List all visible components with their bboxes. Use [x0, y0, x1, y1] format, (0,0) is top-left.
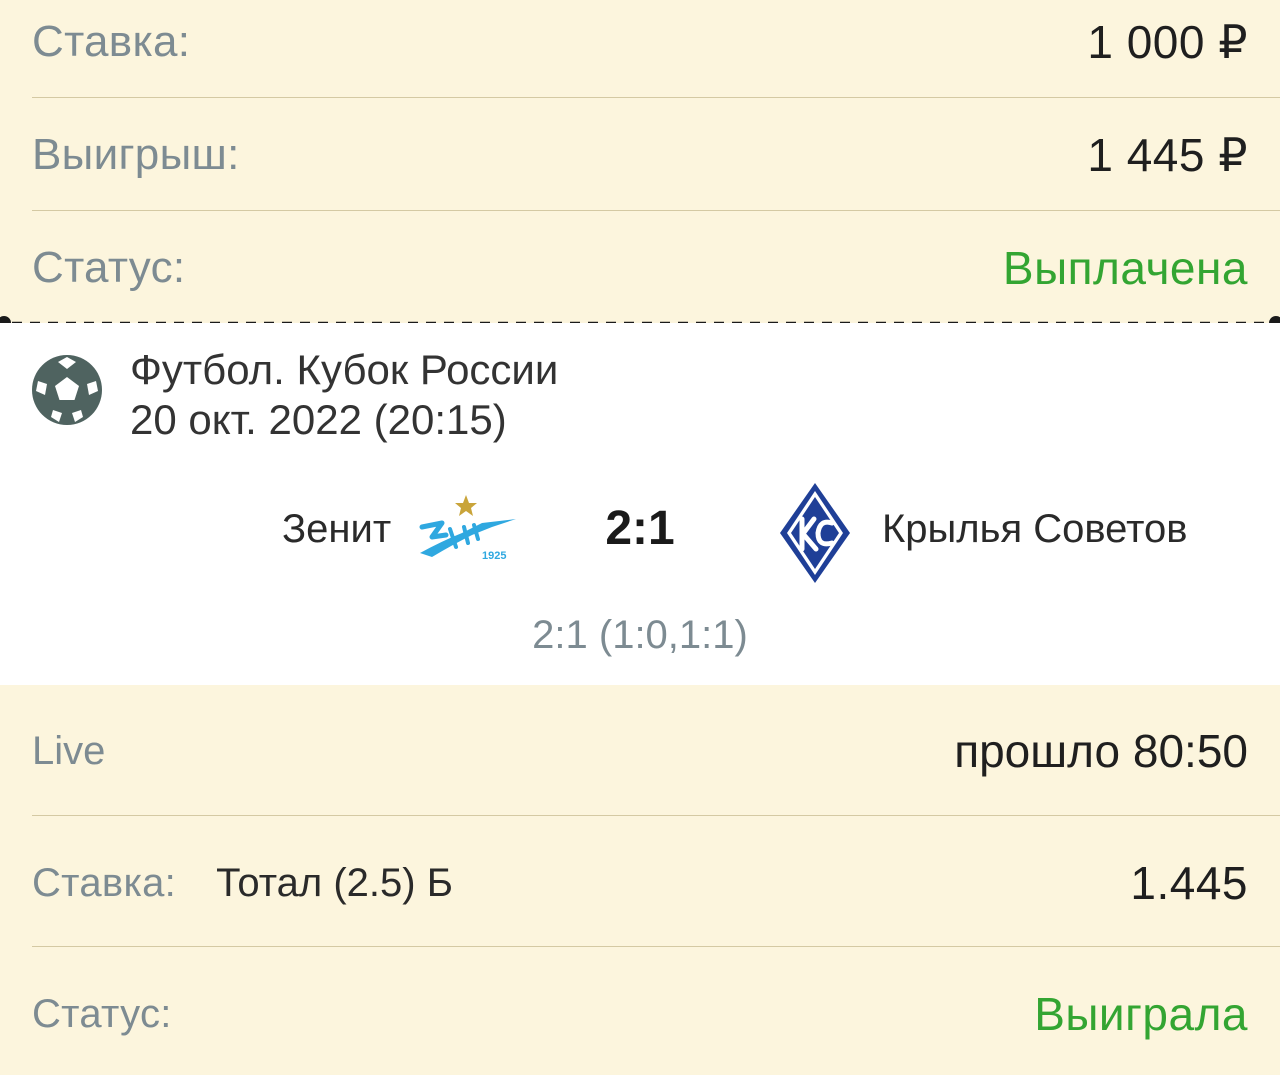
bet-status-row: Статус: Выиграла — [32, 986, 1248, 1042]
bet-odds: 1.445 — [1130, 857, 1248, 909]
away-team-name: Крылья Советов — [882, 507, 1188, 551]
krylia-sovetov-logo-icon — [780, 483, 850, 583]
divider — [32, 946, 1280, 947]
status-row: Статус: Выплачена — [32, 240, 1248, 296]
win-label: Выигрыш: — [32, 130, 240, 179]
bet-summary: Ставка: 1 000 ₽ Выигрыш: 1 445 ₽ Статус:… — [0, 0, 1280, 323]
event-datetime: 20 окт. 2022 (20:15) — [130, 396, 507, 443]
event-title: Футбол. Кубок России — [130, 346, 559, 393]
bet-status-label: Статус: — [32, 991, 172, 1036]
bet-status-value: Выиграла — [1034, 988, 1248, 1040]
bet-row: Ставка: Тотал (2.5) Б 1.445 — [32, 855, 1248, 911]
win-row: Выигрыш: 1 445 ₽ — [32, 127, 1248, 183]
live-label: Live — [32, 728, 106, 773]
live-row: Live прошло 80:50 — [32, 723, 1248, 779]
match-row: Зенит 1925 2:1 Крылья Советов — [0, 483, 1280, 583]
divider — [32, 97, 1280, 98]
bet-type: Тотал (2.5) Б — [216, 860, 453, 905]
soccer-ball-icon — [32, 355, 102, 425]
bet-details: Live прошло 80:50 Ставка: Тотал (2.5) Б … — [0, 685, 1280, 1075]
score-detail: 2:1 (1:0,1:1) — [532, 613, 748, 657]
live-time-value: прошло 80:50 — [954, 725, 1248, 777]
divider — [32, 210, 1280, 211]
bet-label-group: Ставка: Тотал (2.5) Б — [32, 861, 453, 906]
status-label: Статус: — [32, 243, 186, 292]
stake-label: Ставка: — [32, 17, 191, 66]
zenit-logo-icon: 1925 — [419, 495, 516, 562]
stake-value: 1 000 ₽ — [1087, 16, 1248, 68]
event-header: Футбол. Кубок России 20 окт. 2022 (20:15… — [32, 345, 558, 445]
win-value: 1 445 ₽ — [1087, 129, 1248, 181]
event-card[interactable]: Футбол. Кубок России 20 окт. 2022 (20:15… — [0, 323, 1280, 685]
home-team-name: Зенит — [282, 507, 392, 551]
match-score: 2:1 — [605, 502, 675, 555]
divider — [32, 815, 1280, 816]
svg-text:1925: 1925 — [482, 550, 506, 562]
status-value: Выплачена — [1002, 242, 1248, 294]
bet-label: Ставка: — [32, 860, 177, 905]
stake-row: Ставка: 1 000 ₽ — [32, 14, 1248, 70]
